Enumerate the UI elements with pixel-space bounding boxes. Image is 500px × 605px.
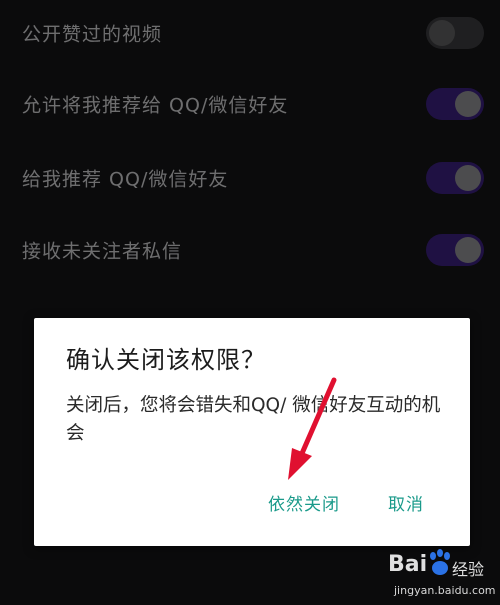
- watermark-url: jingyan.baidu.com: [394, 584, 496, 597]
- jingyan-label: 经验: [452, 560, 485, 579]
- red-arrow-annotation: [288, 377, 337, 480]
- baidu-logo: Bai: [388, 552, 428, 577]
- paw-icon: [430, 549, 450, 575]
- baidu-jingyan-watermark: Bai 经验 jingyan.baidu.com: [388, 548, 498, 603]
